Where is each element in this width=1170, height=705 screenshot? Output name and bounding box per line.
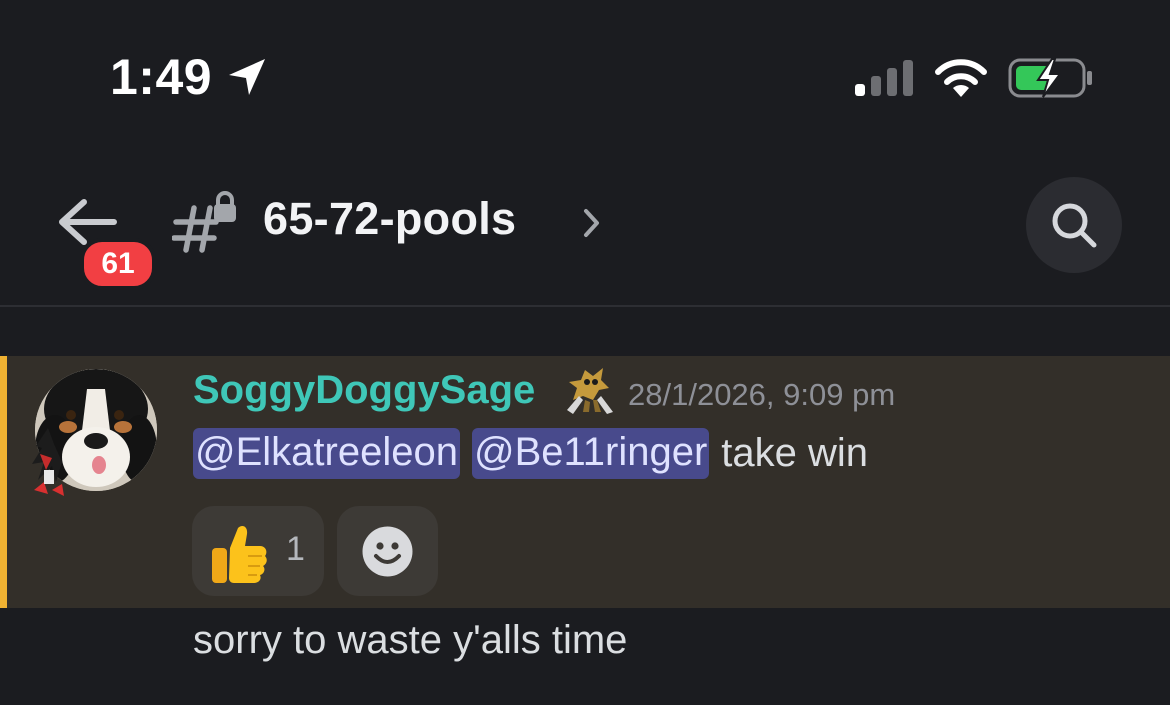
wifi-icon — [935, 59, 987, 97]
message-timestamp: 28/1/2026, 9:09 pm — [628, 377, 896, 412]
mention-indicator-bar — [0, 356, 7, 608]
smiley-add-reaction-icon — [362, 526, 413, 577]
channel-title[interactable]: 65-72-pools — [263, 193, 516, 245]
reaction-thumbs-up[interactable]: 1 — [192, 506, 324, 596]
header-divider — [0, 305, 1170, 307]
battery-charging-icon — [1008, 58, 1092, 98]
chat-screen: 1:49 61 65-72-pools SoggyDoggySage 28/1/… — [0, 0, 1170, 705]
add-reaction-button[interactable] — [337, 506, 438, 596]
thumbs-up-icon — [212, 526, 267, 583]
location-arrow-icon — [229, 59, 265, 95]
reaction-count: 1 — [286, 530, 305, 568]
unread-count-badge: 61 — [80, 238, 156, 290]
user-mention[interactable]: @Be11ringer — [471, 427, 710, 479]
status-bar: 1:49 — [0, 0, 1170, 150]
user-mention[interactable]: @Elkatreeleon — [193, 427, 460, 479]
message-item-highlighted[interactable]: SoggyDoggySage 28/1/2026, 9:09 pm @Elkat… — [0, 356, 1170, 608]
message-item[interactable]: sorry to waste y'alls time — [193, 618, 627, 663]
role-icon — [567, 368, 613, 414]
search-button[interactable] — [1026, 177, 1122, 273]
private-channel-icon — [172, 191, 236, 253]
search-icon — [1052, 203, 1097, 248]
message-content: @Elkatreeleon @Be11ringer take win — [193, 426, 868, 480]
cellular-signal-icon — [855, 60, 913, 96]
channel-header: 61 65-72-pools — [0, 150, 1170, 306]
back-button[interactable]: 61 — [50, 188, 160, 290]
status-time: 1:49 — [110, 49, 213, 105]
message-author[interactable]: SoggyDoggySage — [193, 368, 535, 413]
chevron-right-icon[interactable] — [578, 206, 604, 240]
avatar-decoration-figure — [32, 428, 64, 496]
message-text: take win — [721, 430, 869, 475]
